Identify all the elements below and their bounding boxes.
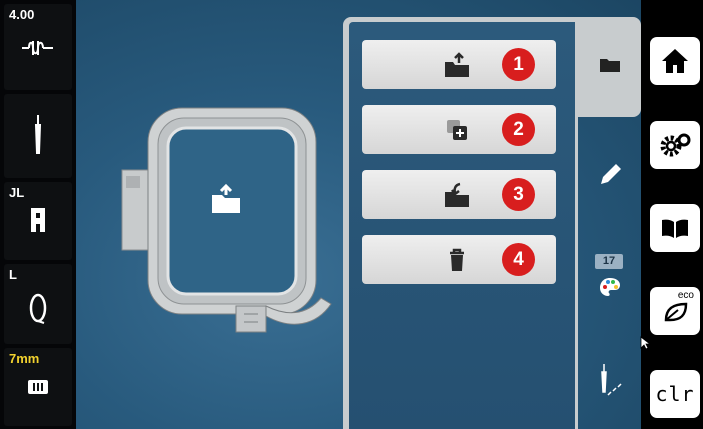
clear-label: clr — [655, 382, 695, 406]
step-badge-2: 2 — [502, 113, 535, 146]
folder-icon — [600, 59, 620, 72]
setup-button[interactable] — [650, 121, 700, 169]
bobbin-icon — [4, 292, 72, 324]
presser-foot-icon — [4, 206, 72, 234]
eco-mode-button[interactable]: eco — [650, 287, 700, 335]
stitch-plate-icon — [4, 378, 72, 396]
clear-button[interactable]: clr — [650, 370, 700, 418]
stitch-plate-indicator[interactable]: 7mm — [4, 348, 72, 426]
gear-icon — [660, 133, 691, 157]
duplicate-design-button[interactable]: 2 — [362, 105, 556, 154]
tab-folder[interactable] — [578, 17, 641, 117]
right-navigation: eco clr — [641, 0, 703, 429]
folder-open-icon — [445, 52, 469, 77]
eco-label: eco — [677, 290, 694, 301]
home-icon — [662, 49, 688, 73]
folder-save-icon — [445, 182, 469, 207]
leaf-icon — [664, 302, 688, 322]
trash-icon — [450, 248, 464, 271]
presser-foot-label: JL — [9, 185, 25, 200]
book-icon — [662, 219, 688, 238]
load-design-button[interactable]: 1 — [362, 40, 556, 89]
mouse-cursor-icon — [640, 336, 650, 350]
status-sidebar: 4.00 JL L 7mm — [0, 0, 76, 429]
tension-value: 4.00 — [9, 7, 35, 22]
needle-selection[interactable] — [4, 94, 72, 178]
bobbin-indicator[interactable]: L — [4, 264, 72, 344]
tab-colors[interactable] — [592, 272, 628, 302]
tutorial-button[interactable] — [650, 204, 700, 252]
needle-stitch-icon — [601, 364, 622, 396]
duplicate-icon — [447, 120, 467, 140]
presser-foot-selection[interactable]: JL — [4, 182, 72, 260]
tab-stitch-out[interactable] — [592, 360, 628, 400]
home-button[interactable] — [650, 37, 700, 85]
delete-design-button[interactable]: 4 — [362, 235, 556, 284]
step-badge-4: 4 — [502, 243, 535, 276]
bobbin-label: L — [9, 267, 17, 282]
folder-open-icon — [212, 183, 240, 213]
embroidery-hoop-graphic — [121, 107, 332, 333]
step-badge-3: 3 — [502, 178, 535, 211]
pencil-icon — [601, 164, 621, 184]
tab-edit[interactable] — [590, 155, 630, 195]
step-badge-1: 1 — [502, 48, 535, 81]
color-count-badge: 17 — [595, 254, 623, 269]
tension-icon — [4, 38, 72, 58]
palette-icon — [600, 278, 620, 296]
save-design-button[interactable]: 3 — [362, 170, 556, 219]
stitch-length-value: 7mm — [9, 351, 40, 366]
needle-icon — [4, 114, 72, 156]
thread-tension-control[interactable]: 4.00 — [4, 4, 72, 90]
